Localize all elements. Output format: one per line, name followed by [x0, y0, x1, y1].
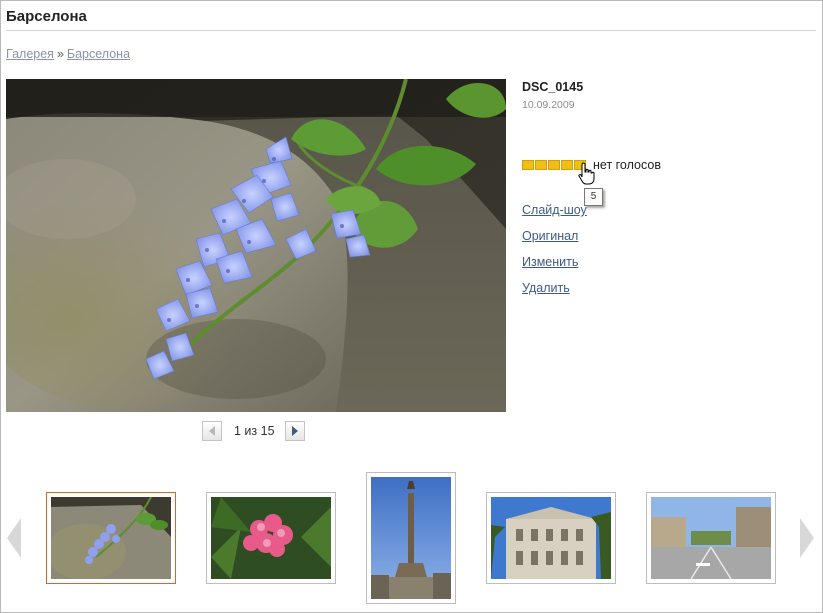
- arrow-left-icon: [209, 426, 215, 436]
- thumbnail-image: [491, 497, 611, 579]
- prev-photo-button[interactable]: [202, 421, 222, 441]
- page-title: Барселона: [6, 8, 87, 25]
- thumbnail-5[interactable]: [646, 492, 776, 584]
- chevron-left-icon[interactable]: [5, 516, 23, 560]
- thumbnail-3[interactable]: [366, 472, 456, 604]
- original-link[interactable]: Оригинал: [522, 228, 587, 254]
- thumbnail-4[interactable]: [486, 492, 616, 584]
- thumbnail-image: [371, 477, 451, 599]
- main-photo-image: [6, 79, 506, 412]
- rating-star-1[interactable]: [522, 160, 534, 170]
- next-photo-button[interactable]: [284, 421, 305, 441]
- photo-actions: Слайд-шоу Оригинал Изменить Удалить: [522, 202, 587, 306]
- breadcrumb: Галерея» Барселона: [6, 47, 130, 61]
- rating-star-3[interactable]: [548, 160, 560, 170]
- pager-label: 1 из 15: [234, 424, 275, 438]
- photo-pager: 1 из 15: [202, 421, 305, 441]
- slideshow-link[interactable]: Слайд-шоу: [522, 202, 587, 228]
- thumbnail-image: [211, 497, 331, 579]
- breadcrumb-gallery-link[interactable]: Галерея: [6, 47, 54, 61]
- rating-votes-text: нет голосов: [593, 158, 661, 172]
- title-divider: [6, 30, 816, 31]
- thumbnail-1[interactable]: [46, 492, 176, 584]
- edit-link[interactable]: Изменить: [522, 254, 587, 280]
- main-photo[interactable]: [6, 79, 506, 412]
- thumbnail-image: [651, 497, 771, 579]
- thumbnail-image: [51, 497, 171, 579]
- photo-name: DSC_0145: [522, 80, 584, 94]
- breadcrumb-separator: »: [56, 47, 64, 61]
- hand-cursor-icon: [578, 162, 595, 185]
- rating-star-4[interactable]: [561, 160, 573, 170]
- arrow-right-icon: [291, 426, 298, 436]
- rating-star-2[interactable]: [535, 160, 547, 170]
- delete-link[interactable]: Удалить: [522, 280, 587, 306]
- breadcrumb-album-link[interactable]: Барселона: [67, 47, 130, 61]
- thumbnail-2[interactable]: [206, 492, 336, 584]
- chevron-right-icon[interactable]: [798, 516, 816, 560]
- photo-date: 10.09.2009: [522, 99, 575, 111]
